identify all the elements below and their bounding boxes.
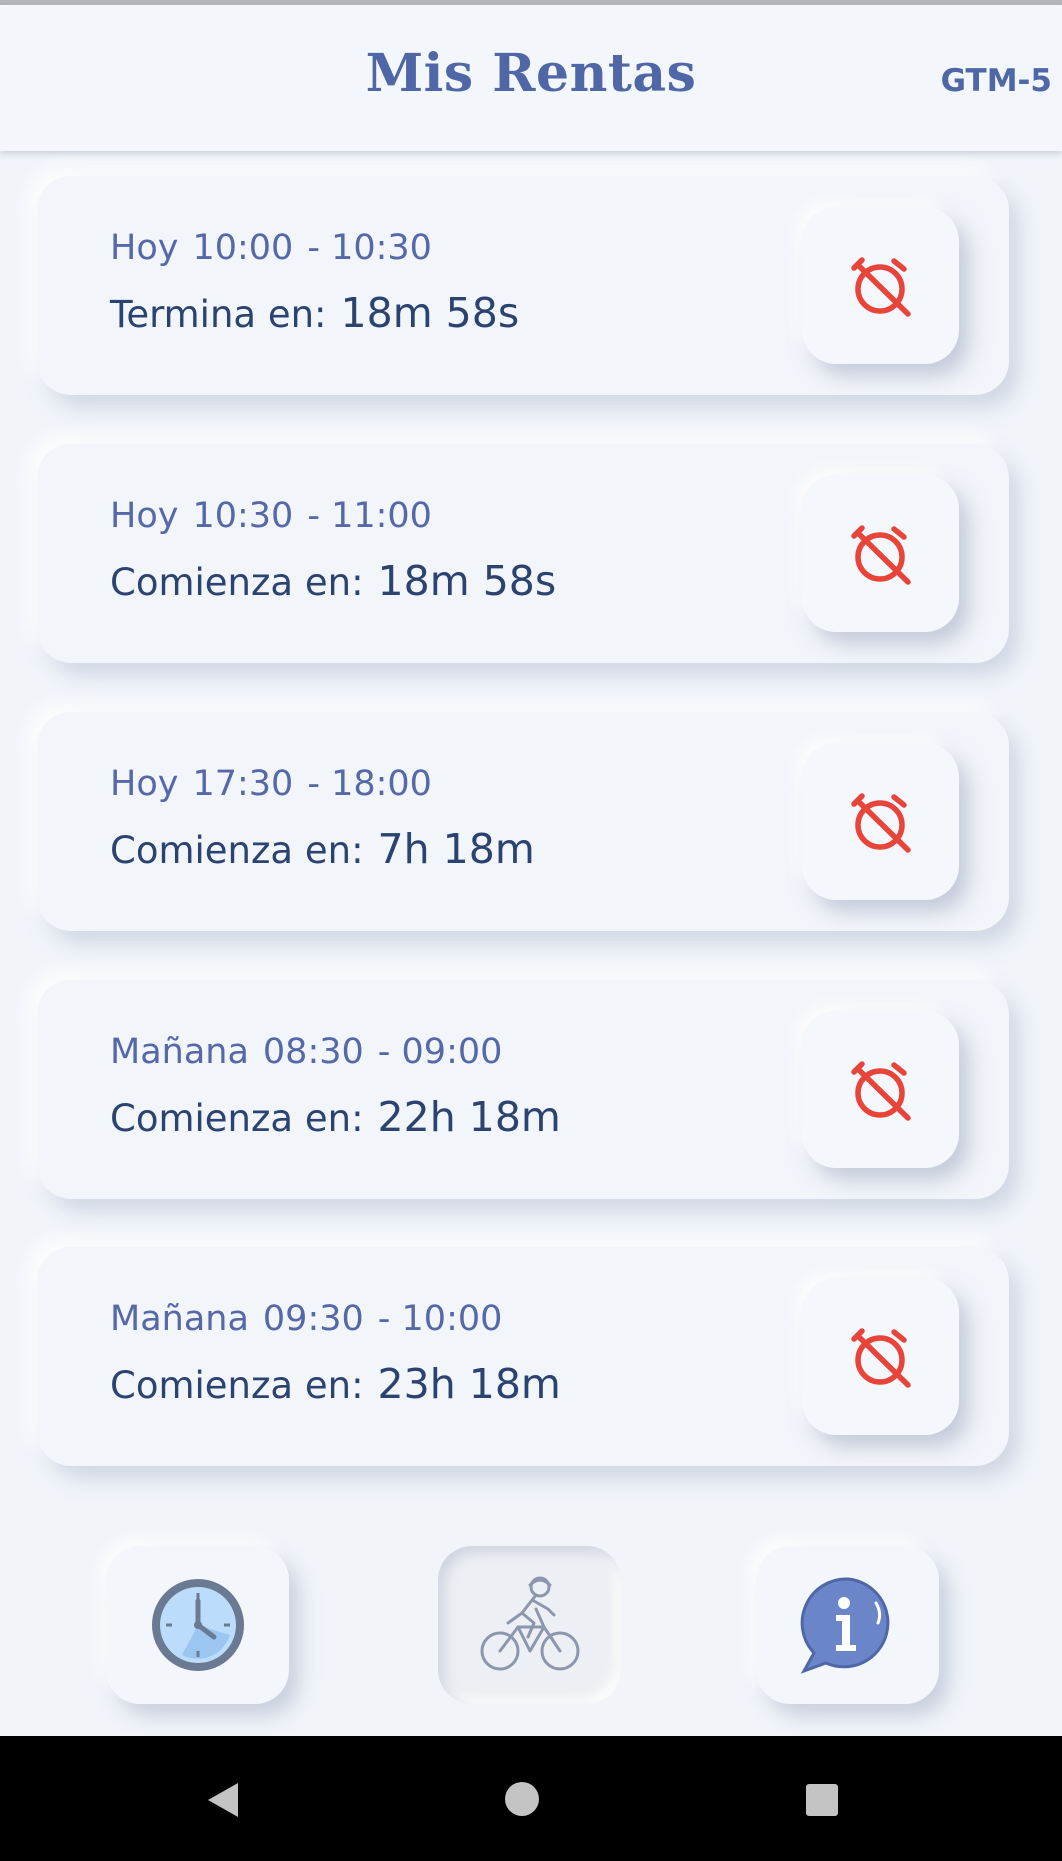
rental-day: Mañana — [110, 1299, 249, 1339]
rental-time-range: Hoy 17:30 - 18:00 — [110, 764, 432, 804]
alarm-off-icon — [850, 524, 911, 585]
clock-icon — [151, 1579, 244, 1671]
nav-rentals-button[interactable] — [438, 1546, 621, 1704]
back-triangle-icon — [208, 1783, 238, 1817]
alarm-off-icon — [850, 256, 911, 317]
recents-square-icon — [806, 1784, 838, 1816]
rental-countdown: Termina en: 18m 58s — [110, 289, 519, 337]
rental-day: Mañana — [110, 1032, 249, 1072]
alarm-off-icon — [850, 792, 911, 853]
cancel-rental-button[interactable] — [802, 475, 959, 632]
rental-time-range: Mañana 09:30 - 10:00 — [110, 1299, 502, 1339]
rental-end: - 18:00 — [307, 764, 432, 804]
cancel-rental-button[interactable] — [802, 207, 959, 364]
rental-start: 10:00 — [192, 228, 294, 268]
nav-info-button[interactable] — [756, 1546, 939, 1704]
countdown-value: 23h 18m — [377, 1360, 561, 1408]
rental-start: 17:30 — [192, 764, 294, 804]
countdown-value: 7h 18m — [377, 825, 535, 873]
cyclist-icon — [480, 1576, 579, 1671]
countdown-label: Comienza en: — [110, 1364, 364, 1407]
app-header: Mis Rentas GTM-5 — [0, 5, 1062, 151]
countdown-label: Termina en: — [110, 293, 327, 336]
page-title: Mis Rentas — [365, 43, 697, 104]
system-back-button[interactable] — [204, 1780, 242, 1824]
countdown-label: Comienza en: — [110, 561, 364, 604]
info-bubble-icon — [800, 1577, 889, 1674]
home-circle-icon — [505, 1782, 539, 1816]
alarm-off-icon — [850, 1327, 911, 1388]
rental-time-range: Hoy 10:00 - 10:30 — [110, 228, 432, 268]
nav-schedule-button[interactable] — [106, 1546, 289, 1704]
rental-start: 09:30 — [262, 1299, 364, 1339]
rental-start: 10:30 — [192, 496, 294, 536]
cancel-rental-button[interactable] — [802, 1278, 959, 1435]
rental-start: 08:30 — [262, 1032, 364, 1072]
timezone-label: GTM-5 — [940, 63, 1052, 99]
system-navigation-bar — [0, 1736, 1062, 1861]
rental-countdown: Comienza en: 7h 18m — [110, 825, 535, 873]
countdown-label: Comienza en: — [110, 829, 364, 872]
rental-end: - 11:00 — [307, 496, 432, 536]
rental-time-range: Mañana 08:30 - 09:00 — [110, 1032, 502, 1072]
system-recents-button[interactable] — [805, 1783, 839, 1821]
rental-card: Mañana 09:30 - 10:00 Comienza en: 23h 18m — [37, 1247, 1009, 1466]
rental-day: Hoy — [110, 496, 179, 536]
rental-countdown: Comienza en: 23h 18m — [110, 1360, 561, 1408]
cancel-rental-button[interactable] — [802, 1011, 959, 1168]
rental-card: Mañana 08:30 - 09:00 Comienza en: 22h 18m — [37, 980, 1009, 1199]
countdown-value: 18m 58s — [340, 289, 520, 337]
rental-day: Hoy — [110, 228, 179, 268]
countdown-value: 22h 18m — [377, 1093, 561, 1141]
rental-end: - 10:00 — [377, 1299, 503, 1339]
rental-day: Hoy — [110, 764, 179, 804]
rental-end: - 10:30 — [307, 228, 432, 268]
rental-end: - 09:00 — [377, 1032, 503, 1072]
rental-card: Hoy 17:30 - 18:00 Comienza en: 7h 18m — [37, 712, 1009, 931]
system-home-button[interactable] — [504, 1781, 540, 1821]
rental-card: Hoy 10:30 - 11:00 Comienza en: 18m 58s — [37, 444, 1009, 663]
rental-time-range: Hoy 10:30 - 11:00 — [110, 496, 432, 536]
countdown-value: 18m 58s — [377, 557, 557, 605]
rental-countdown: Comienza en: 18m 58s — [110, 557, 556, 605]
alarm-off-icon — [850, 1060, 911, 1121]
countdown-label: Comienza en: — [110, 1097, 364, 1140]
cancel-rental-button[interactable] — [802, 743, 959, 900]
rental-card: Hoy 10:00 - 10:30 Termina en: 18m 58s — [37, 176, 1009, 395]
rental-countdown: Comienza en: 22h 18m — [110, 1093, 561, 1141]
